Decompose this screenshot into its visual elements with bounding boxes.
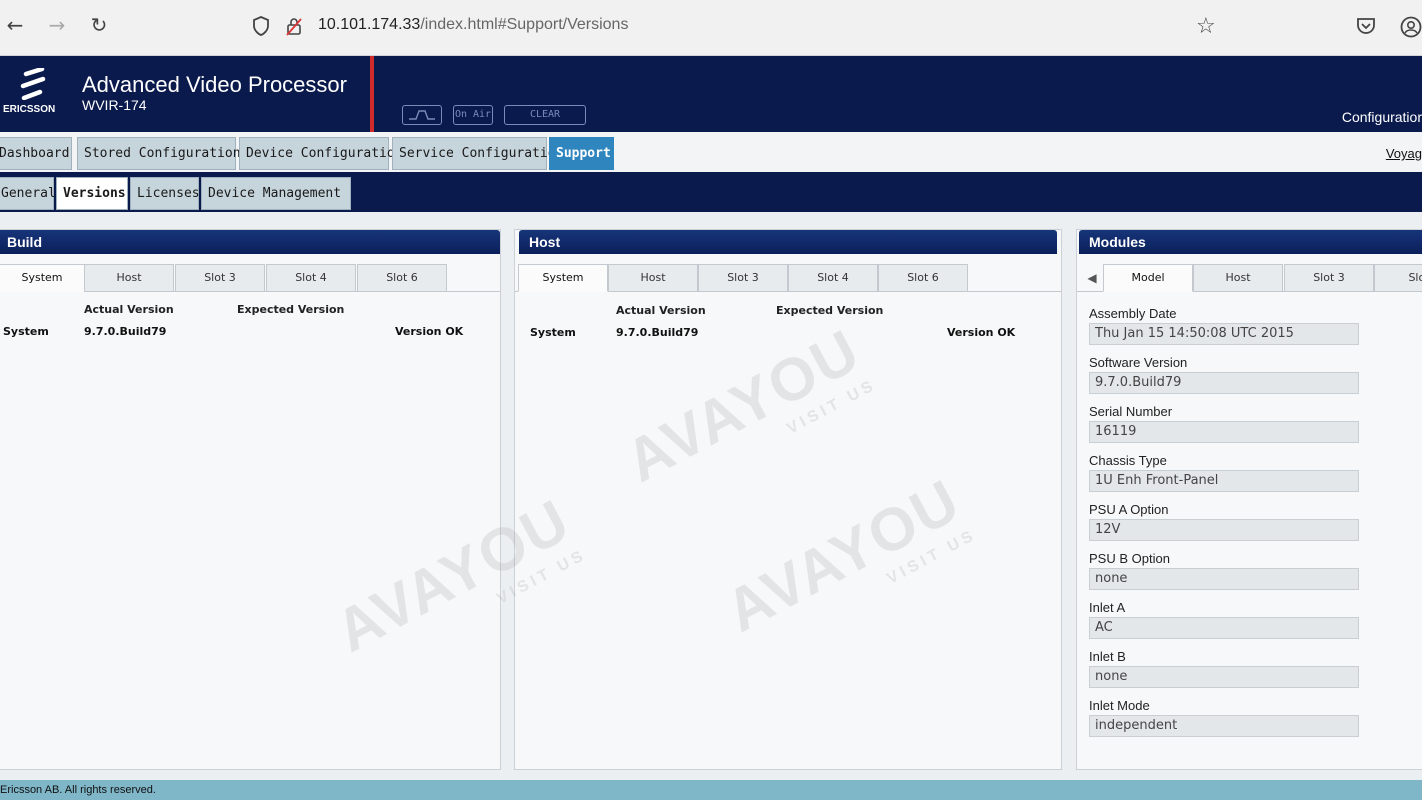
build-tab-slot-3[interactable]: Slot 3 [175, 264, 265, 292]
build-panel: Build System Host Slot 3 Slot 4 Slot 6 A… [0, 229, 501, 770]
url-host: 10.101.174.33 [318, 16, 421, 33]
modules-panel-title: Modules [1079, 230, 1422, 254]
psu-b-option-label: PSU B Option [1089, 551, 1170, 566]
serial-number-label: Serial Number [1089, 404, 1173, 419]
signal-button[interactable] [402, 105, 442, 125]
inlet-b-label: Inlet B [1089, 649, 1126, 664]
version-status: Version OK [395, 325, 464, 338]
footer: Ericsson AB. All rights reserved. [0, 780, 1422, 800]
tab-service-configuration[interactable]: Service Configuration [392, 137, 563, 170]
ericsson-logo: ERICSSON [0, 56, 66, 132]
version-status: Version OK [947, 326, 1016, 339]
subtab-device-management[interactable]: Device Management [201, 177, 351, 210]
inlet-mode-label: Inlet Mode [1089, 698, 1150, 713]
insecure-lock-icon[interactable] [286, 16, 302, 36]
inlet-a-label: Inlet A [1089, 600, 1126, 615]
host-tab-bar: System Host Slot 3 Slot 4 Slot 6 [515, 262, 1061, 292]
software-version-field: 9.7.0.Build79 [1089, 372, 1359, 394]
modules-tab-slot[interactable]: Slot [1374, 264, 1422, 292]
browser-toolbar: ← → ↻ 10.101.174.33/index.html#Support/V… [0, 0, 1422, 56]
tab-stored-configurations[interactable]: Stored Configurations [77, 137, 248, 170]
modules-tab-bar: ◀ Model Host Slot 3 Slot [1077, 262, 1422, 292]
build-tab-host[interactable]: Host [84, 264, 174, 292]
account-icon[interactable] [1400, 16, 1422, 38]
modules-tab-host[interactable]: Host [1193, 264, 1283, 292]
chassis-type-field: 1U Enh Front-Panel [1089, 470, 1359, 492]
chassis-type-label: Chassis Type [1089, 453, 1167, 468]
host-panel: Host System Host Slot 3 Slot 4 Slot 6 Ac… [514, 229, 1062, 770]
assembly-date-field: Thu Jan 15 14:50:08 UTC 2015 [1089, 323, 1359, 345]
url-bar[interactable]: 10.101.174.33/index.html#Support/Version… [318, 16, 628, 34]
modules-tab-model[interactable]: Model [1103, 264, 1193, 292]
modules-tab-slot-3[interactable]: Slot 3 [1284, 264, 1374, 292]
version-row-name: System [530, 326, 576, 339]
subtab-general[interactable]: General [0, 177, 56, 210]
build-tab-slot-4[interactable]: Slot 4 [266, 264, 356, 292]
psu-b-option-field: none [1089, 568, 1359, 590]
on-air-button[interactable]: On Air [453, 105, 493, 125]
subtab-licenses[interactable]: Licenses [130, 177, 200, 210]
shield-icon[interactable] [252, 16, 270, 36]
version-row-name: System [3, 325, 49, 338]
actual-version-header: Actual Version [84, 303, 174, 316]
psu-a-option-field: 12V [1089, 519, 1359, 541]
forward-arrow-icon[interactable]: → [44, 12, 70, 38]
tab-device-configuration[interactable]: Device Configuration [239, 137, 403, 170]
device-name: WVIR-174 [82, 97, 147, 113]
host-tab-slot-4[interactable]: Slot 4 [788, 264, 878, 292]
main-tab-bar: Dashboard Stored Configurations Device C… [0, 132, 1422, 172]
logo-text: ERICSSON [3, 104, 56, 115]
build-tab-slot-6[interactable]: Slot 6 [357, 264, 447, 292]
support-sub-tab-bar: General Versions Licenses Device Managem… [0, 172, 1422, 212]
inlet-b-field: none [1089, 666, 1359, 688]
bookmark-star-icon[interactable]: ☆ [1196, 14, 1216, 39]
configuration-link[interactable]: Configuratior [1342, 109, 1422, 125]
subtab-versions[interactable]: Versions [56, 177, 128, 210]
pocket-icon[interactable] [1356, 17, 1376, 35]
build-tab-bar: System Host Slot 3 Slot 4 Slot 6 [0, 262, 500, 292]
inlet-a-field: AC [1089, 617, 1359, 639]
actual-version-header: Actual Version [616, 304, 706, 317]
voyager-link[interactable]: Voyag [1386, 146, 1422, 161]
expected-version-header: Expected Version [237, 303, 345, 316]
actual-version-value: 9.7.0.Build79 [616, 326, 699, 339]
back-arrow-icon[interactable]: ← [2, 12, 28, 38]
host-tab-host[interactable]: Host [608, 264, 698, 292]
software-version-label: Software Version [1089, 355, 1188, 370]
build-panel-title: Build [0, 230, 500, 254]
modules-panel: Modules ◀ Model Host Slot 3 Slot Assembl… [1076, 229, 1422, 770]
pulse-icon [409, 110, 435, 120]
tab-scroll-left-icon[interactable]: ◀ [1081, 264, 1103, 292]
clear-button[interactable]: CLEAR [504, 105, 586, 125]
tab-dashboard[interactable]: Dashboard [0, 137, 72, 170]
expected-version-header: Expected Version [776, 304, 884, 317]
tab-support[interactable]: Support [549, 137, 614, 170]
inlet-mode-field: independent [1089, 715, 1359, 737]
assembly-date-label: Assembly Date [1089, 306, 1177, 321]
copyright-text: Ericsson AB. All rights reserved. [0, 784, 156, 796]
host-tab-system[interactable]: System [518, 264, 608, 292]
psu-a-option-label: PSU A Option [1089, 502, 1169, 517]
host-panel-title: Host [519, 230, 1057, 254]
serial-number-field: 16119 [1089, 421, 1359, 443]
actual-version-value: 9.7.0.Build79 [84, 325, 167, 338]
app-title: Advanced Video Processor [82, 72, 347, 97]
host-tab-slot-6[interactable]: Slot 6 [878, 264, 968, 292]
build-tab-system[interactable]: System [0, 264, 87, 292]
host-tab-slot-3[interactable]: Slot 3 [698, 264, 788, 292]
url-path: /index.html#Support/Versions [420, 16, 629, 33]
reload-icon[interactable]: ↻ [86, 12, 112, 38]
app-header: ERICSSON Advanced Video Processor WVIR-1… [0, 56, 1422, 132]
header-divider [370, 56, 374, 132]
ericsson-logo-icon [20, 68, 46, 100]
